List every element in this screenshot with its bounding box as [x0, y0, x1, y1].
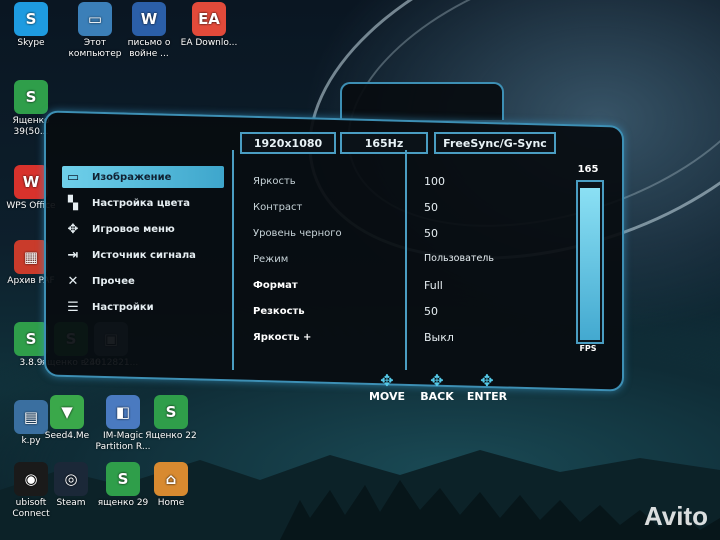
desktop-icon[interactable]: W WPS Office: [0, 165, 62, 212]
osd-menu-item[interactable]: ⇥ Источник сигнала: [62, 244, 224, 266]
palette-icon: ▚: [68, 195, 78, 211]
desktop-icon[interactable]: Wписьмо о войне ...: [118, 2, 180, 60]
osd-menu-label: Изображение: [92, 171, 172, 183]
app-icon: ▼: [50, 395, 84, 429]
setting-label: Яркость +: [253, 332, 312, 343]
avito-watermark: Avito: [643, 501, 708, 531]
desktop-icon-label: Ященко 22: [145, 431, 197, 441]
app-icon: ◧: [106, 395, 140, 429]
setting-value[interactable]: Full: [424, 279, 443, 292]
enter-arrows-icon: ✥: [480, 371, 494, 390]
setting-label: Резкость: [253, 306, 305, 317]
back-button[interactable]: ✥ BACK: [412, 371, 462, 404]
app-icon: S: [154, 395, 188, 429]
desktop-icon[interactable]: S Ященко 39(50...: [0, 80, 62, 138]
osd-menu-label: Игровое меню: [92, 223, 175, 235]
app-icon: EA: [192, 2, 226, 36]
app-icon: ◎: [54, 462, 88, 496]
move-arrows-icon: ✥: [380, 371, 394, 390]
menu-separator: [232, 150, 234, 370]
fps-label: FPS: [579, 344, 597, 353]
desktop-icon[interactable]: ⌂ Home: [140, 462, 202, 509]
desktop-icon[interactable]: ▭ Этот компьютер: [64, 2, 126, 60]
back-arrows-icon: ✥: [430, 371, 444, 390]
osd-menu-label: Настройки: [92, 301, 154, 313]
osd-menu-item[interactable]: ▚ Настройка цвета: [62, 192, 224, 214]
desktop-icon-label: письмо о войне ...: [127, 38, 171, 59]
desktop-icon[interactable]: EA EA Downlo...: [178, 2, 240, 49]
osd-menu-label: Прочее: [92, 275, 135, 287]
setting-label: Уровень черного: [253, 228, 342, 239]
setting-label: Режим: [253, 254, 289, 265]
monitor-icon: ▭: [66, 169, 80, 185]
desktop-icon-label: Home: [157, 498, 185, 508]
desktop-icon[interactable]: S Ященко 22: [140, 395, 202, 442]
desktop-icon[interactable]: ▦ Архив PAF: [0, 240, 62, 287]
desktop-icon[interactable]: ▼ Seed4.Me: [36, 395, 98, 442]
osd-menu-item[interactable]: ▭ Изображение: [62, 166, 224, 188]
desktop-icon-label: Ященко 39(50...: [12, 116, 50, 137]
app-icon: ▣: [94, 322, 128, 356]
desktop-icon-label: Этот компьютер: [68, 38, 122, 59]
setting-value[interactable]: 50: [424, 305, 438, 318]
desktop-icon[interactable]: ▣ 24012821...: [80, 322, 142, 369]
setting-label: Формат: [253, 280, 298, 291]
osd-menu-item[interactable]: ✥ Игровое меню: [62, 218, 224, 240]
desktop-icon-label: Архив PAF: [7, 276, 55, 286]
app-icon: ▭: [78, 2, 112, 36]
osd-menu-label: Источник сигнала: [92, 249, 196, 261]
app-icon: W: [14, 165, 48, 199]
sliders-icon: ☰: [67, 299, 79, 315]
app-icon: S: [14, 2, 48, 36]
input-icon: ⇥: [67, 247, 79, 263]
app-icon: S: [14, 80, 48, 114]
osd-menu-item[interactable]: ☰ Настройки: [62, 296, 224, 318]
gamepad-icon: ✥: [67, 221, 79, 237]
desktop-icon-label: 24012821...: [83, 358, 139, 368]
desktop-icon-label: Skype: [17, 38, 45, 48]
app-icon: S: [106, 462, 140, 496]
enter-button[interactable]: ✥ ENTER: [462, 371, 512, 404]
tools-icon: ✕: [67, 273, 79, 289]
app-icon: ⌂: [154, 462, 188, 496]
osd-menu-label: Настройка цвета: [92, 197, 190, 209]
app-icon: W: [132, 2, 166, 36]
desktop-icon[interactable]: S Skype: [0, 2, 62, 49]
setting-value[interactable]: Выкл: [424, 331, 454, 344]
desktop-icon-label: Seed4.Me: [44, 431, 90, 441]
setting-label: Яркость: [253, 176, 296, 187]
app-icon: ▦: [14, 240, 48, 274]
move-button[interactable]: ✥ MOVE: [362, 371, 412, 404]
desktop-icon-label: WPS Office: [6, 201, 56, 211]
osd-menu-item[interactable]: ✕ Прочее: [62, 270, 224, 292]
desktop-icon-label: EA Downlo...: [180, 38, 238, 48]
setting-label: Контраст: [253, 202, 303, 213]
